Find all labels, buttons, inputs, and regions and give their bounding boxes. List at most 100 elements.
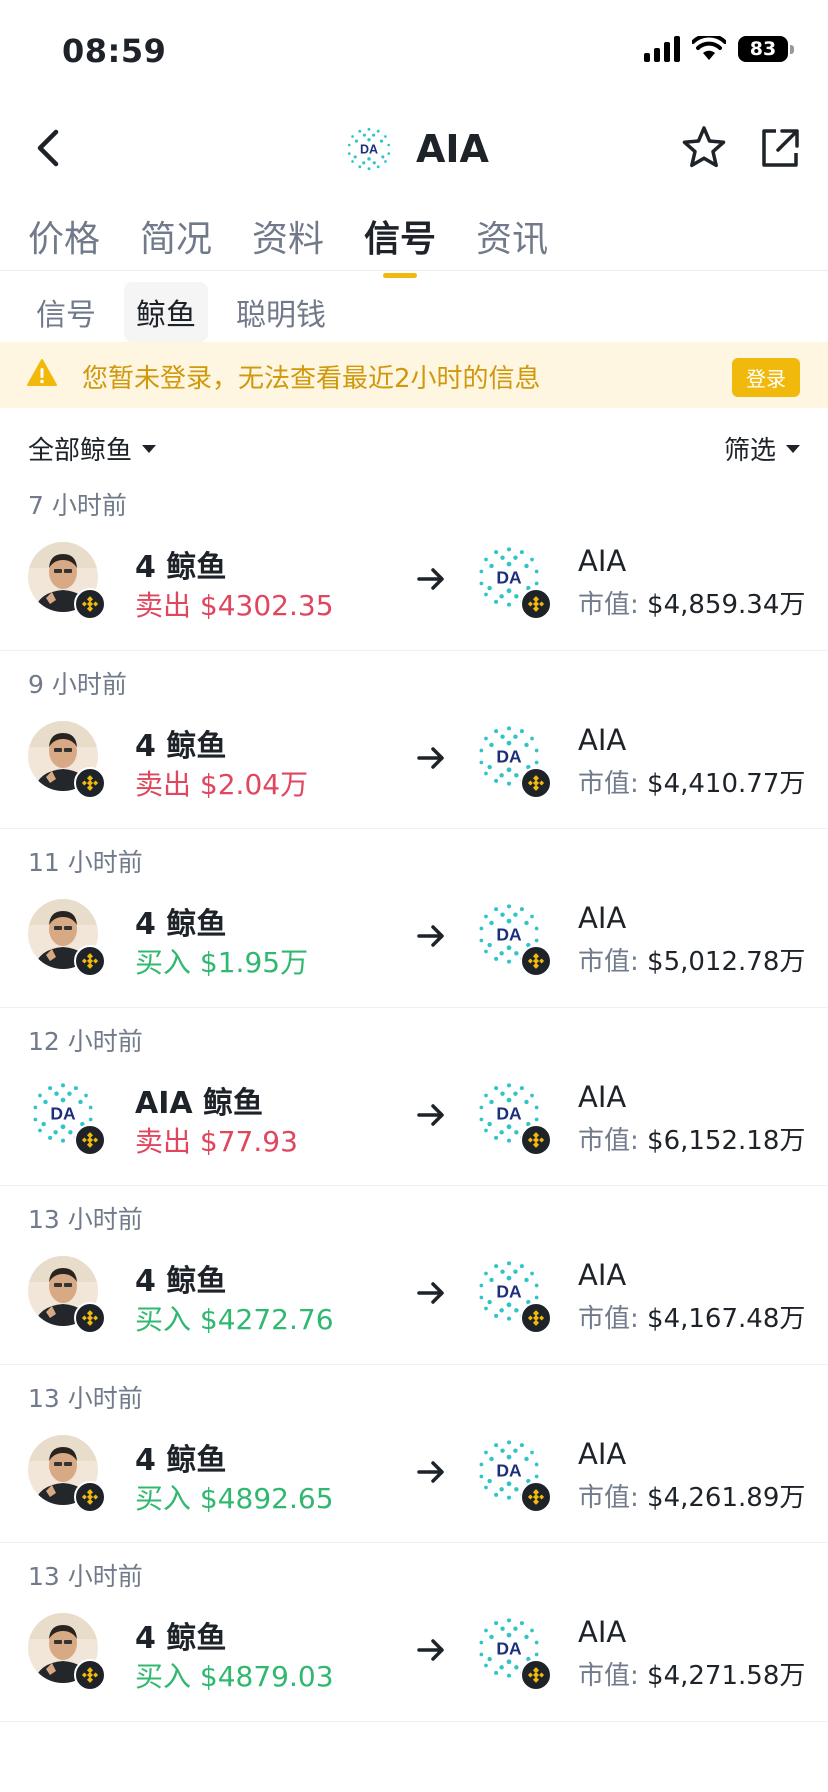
warning-text: 您暂未登录，无法查看最近2小时的信息 [82, 364, 541, 394]
trade-action: 买入 $4879.03 [135, 1655, 334, 1695]
trade-action: 买入 $1.95万 [135, 941, 308, 981]
token-avatar [474, 720, 552, 799]
token-avatar [474, 899, 552, 977]
caret-down-icon [786, 444, 800, 453]
actor-avatar [28, 1256, 106, 1334]
trade-amount: $4272.76 [199, 1303, 334, 1336]
actor-name: 4 鲸鱼 [135, 907, 227, 942]
login-button[interactable]: 登录 [732, 358, 800, 397]
arrow-right-icon [417, 1639, 444, 1661]
token-name: AIA [578, 901, 627, 935]
battery-icon: 83 [738, 36, 794, 62]
market-cap-value: $4,410.77万 [647, 768, 806, 799]
market-cap-label: 市值: [578, 1661, 639, 1691]
wifi-icon [692, 36, 726, 60]
divider [0, 270, 828, 271]
trade-side: 买入 [135, 1660, 192, 1693]
signal-item[interactable]: 13 小时前 4 鲸鱼 买入 $4892.65 AIA 市值: $4,261.8… [0, 1365, 828, 1543]
trade-side: 卖出 [135, 767, 192, 801]
trade-side: 买入 [135, 946, 192, 979]
actor-name: 4 鲸鱼 [135, 728, 227, 764]
token-avatar [474, 1613, 552, 1691]
actor-avatar [28, 1613, 106, 1691]
token-avatar [474, 1077, 552, 1156]
favorite-star-button[interactable] [676, 120, 732, 176]
whale-filter-label: 全部鲸鱼 [28, 436, 133, 466]
token-name: AIA [578, 1436, 627, 1471]
signal-time: 7 小时前 [28, 491, 127, 520]
signal-time: 9 小时前 [28, 669, 127, 699]
signal-time: 13 小时前 [28, 1205, 143, 1234]
caret-down-icon [142, 444, 157, 453]
trade-action: 买入 $4272.76 [135, 1298, 334, 1338]
tab-news[interactable]: 资讯 [476, 210, 548, 270]
trade-action: 买入 $4892.65 [135, 1477, 334, 1517]
arrow-right-icon [417, 746, 444, 769]
arrow-right-icon [417, 1460, 444, 1483]
signal-item[interactable]: 12 小时前 AIA 鲸鱼 卖出 $77.93 AIA 市值: $6,152.1… [0, 1008, 828, 1186]
bnb-chain-icon [520, 1659, 552, 1691]
actor-avatar [28, 542, 106, 620]
subtab-signals[interactable]: 信号 [24, 282, 108, 342]
signal-item[interactable]: 7 小时前 4 鲸鱼 卖出 $4302.35 AIA 市值: $4,859.34… [0, 472, 828, 651]
market-cap: 市值: $4,859.34万 [578, 584, 805, 621]
bnb-chain-icon [520, 945, 552, 977]
status-icons: 83 [644, 36, 794, 62]
back-button[interactable] [20, 118, 80, 178]
market-cap-value: $4,859.34万 [647, 590, 806, 620]
market-cap-value: $5,012.78万 [647, 947, 806, 977]
whale-filter-dropdown[interactable]: 全部鲸鱼 [28, 430, 157, 467]
trade-side: 买入 [135, 1481, 192, 1515]
trade-side: 卖出 [135, 589, 192, 622]
market-cap-label: 市值: [578, 1482, 639, 1513]
trade-amount: $2.04万 [199, 767, 309, 801]
market-cap-value: $4,167.48万 [647, 1304, 806, 1334]
token-name: AIA [578, 722, 627, 757]
page-title: AIA [416, 127, 489, 171]
bnb-chain-icon [520, 1123, 552, 1156]
bnb-chain-icon [74, 1302, 106, 1334]
arrow-right-icon [417, 1282, 444, 1304]
token-avatar [474, 542, 552, 620]
signal-time: 13 小时前 [28, 1562, 143, 1591]
signal-item[interactable]: 13 小时前 4 鲸鱼 买入 $4879.03 AIA 市值: $4,271.5… [0, 1543, 828, 1722]
actor-avatar [28, 1434, 106, 1513]
bnb-chain-icon [520, 1302, 552, 1334]
token-avatar [474, 1434, 552, 1513]
signal-item[interactable]: 9 小时前 4 鲸鱼 卖出 $2.04万 AIA 市值: $4,410.77万 [0, 651, 828, 829]
signal-item[interactable]: 11 小时前 4 鲸鱼 买入 $1.95万 AIA 市值: $5,012.78万 [0, 829, 828, 1008]
token-name: AIA [578, 1615, 627, 1649]
trade-side: 卖出 [135, 1124, 192, 1158]
market-cap-label: 市值: [578, 1125, 639, 1156]
tab-info[interactable]: 资料 [252, 210, 324, 270]
actor-name: 4 鲸鱼 [135, 1442, 227, 1478]
bnb-chain-icon [74, 1659, 106, 1691]
token-name: AIA [578, 544, 627, 578]
status-time: 08:59 [62, 32, 167, 70]
trade-amount: $77.93 [199, 1124, 298, 1158]
bnb-chain-icon [520, 766, 552, 799]
actor-name: 4 鲸鱼 [135, 1621, 227, 1656]
market-cap-label: 市值: [578, 590, 639, 620]
signal-item[interactable]: 13 小时前 4 鲸鱼 买入 $4272.76 AIA 市值: $4,167.4… [0, 1186, 828, 1365]
subtab-smart-money[interactable]: 聪明钱 [224, 282, 338, 342]
tab-signals[interactable]: 信号 [364, 210, 436, 278]
token-name: AIA [578, 1258, 627, 1292]
market-cap: 市值: $4,167.48万 [578, 1298, 805, 1335]
market-cap-label: 市值: [578, 768, 639, 799]
cellular-signal-icon [644, 36, 680, 62]
actor-name: AIA 鲸鱼 [135, 1085, 264, 1121]
market-cap: 市值: $4,261.89万 [578, 1477, 805, 1514]
share-button[interactable] [752, 120, 808, 176]
filter-dropdown[interactable]: 筛选 [724, 430, 800, 467]
signal-time: 13 小时前 [28, 1383, 143, 1413]
filter-label: 筛选 [723, 436, 776, 466]
trade-amount: $4892.65 [199, 1481, 334, 1515]
subtab-whales[interactable]: 鲸鱼 [124, 282, 208, 342]
tab-overview[interactable]: 简况 [140, 210, 212, 270]
market-cap: 市值: $5,012.78万 [578, 941, 805, 978]
arrow-right-icon [417, 925, 444, 947]
trade-action: 卖出 $4302.35 [135, 584, 334, 624]
tab-price[interactable]: 价格 [28, 210, 100, 270]
market-cap-label: 市值: [578, 947, 639, 977]
